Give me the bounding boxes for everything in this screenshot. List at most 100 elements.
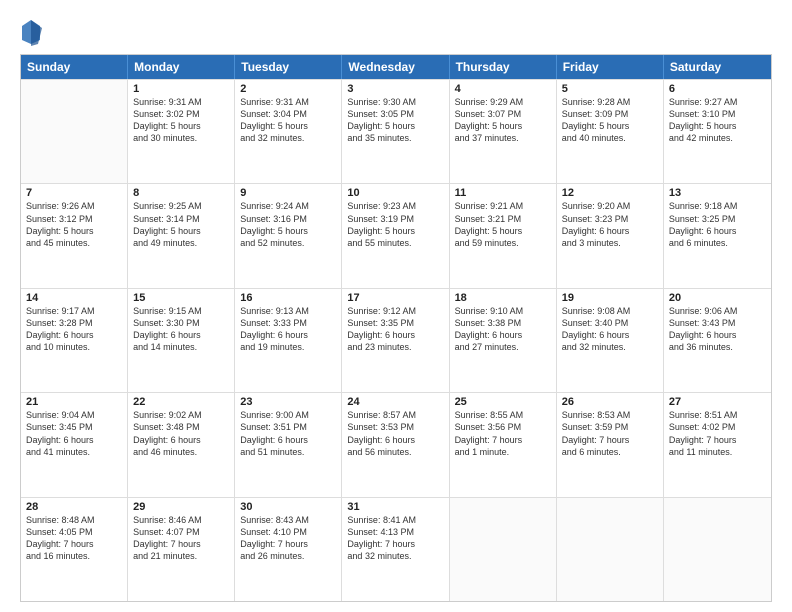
day-number: 30 [240, 501, 336, 513]
day-info: Sunrise: 9:25 AM Sunset: 3:14 PM Dayligh… [133, 200, 229, 249]
day-info: Sunrise: 9:30 AM Sunset: 3:05 PM Dayligh… [347, 96, 443, 145]
day-cell-22: 22Sunrise: 9:02 AM Sunset: 3:48 PM Dayli… [128, 393, 235, 496]
header-day-monday: Monday [128, 55, 235, 79]
day-number: 9 [240, 187, 336, 199]
calendar-row-4: 21Sunrise: 9:04 AM Sunset: 3:45 PM Dayli… [21, 392, 771, 496]
day-number: 25 [455, 396, 551, 408]
day-number: 22 [133, 396, 229, 408]
day-info: Sunrise: 9:18 AM Sunset: 3:25 PM Dayligh… [669, 200, 766, 249]
day-info: Sunrise: 8:46 AM Sunset: 4:07 PM Dayligh… [133, 514, 229, 563]
day-cell-2: 2Sunrise: 9:31 AM Sunset: 3:04 PM Daylig… [235, 80, 342, 183]
day-cell-25: 25Sunrise: 8:55 AM Sunset: 3:56 PM Dayli… [450, 393, 557, 496]
day-info: Sunrise: 9:06 AM Sunset: 3:43 PM Dayligh… [669, 305, 766, 354]
day-info: Sunrise: 8:55 AM Sunset: 3:56 PM Dayligh… [455, 409, 551, 458]
day-cell-15: 15Sunrise: 9:15 AM Sunset: 3:30 PM Dayli… [128, 289, 235, 392]
day-cell-24: 24Sunrise: 8:57 AM Sunset: 3:53 PM Dayli… [342, 393, 449, 496]
day-number: 14 [26, 292, 122, 304]
day-number: 15 [133, 292, 229, 304]
day-number: 21 [26, 396, 122, 408]
day-number: 7 [26, 187, 122, 199]
day-info: Sunrise: 9:27 AM Sunset: 3:10 PM Dayligh… [669, 96, 766, 145]
empty-cell [21, 80, 128, 183]
header [20, 18, 772, 46]
logo [20, 18, 46, 46]
day-number: 1 [133, 83, 229, 95]
day-cell-16: 16Sunrise: 9:13 AM Sunset: 3:33 PM Dayli… [235, 289, 342, 392]
header-day-saturday: Saturday [664, 55, 771, 79]
day-number: 13 [669, 187, 766, 199]
day-cell-13: 13Sunrise: 9:18 AM Sunset: 3:25 PM Dayli… [664, 184, 771, 287]
day-number: 29 [133, 501, 229, 513]
day-cell-20: 20Sunrise: 9:06 AM Sunset: 3:43 PM Dayli… [664, 289, 771, 392]
day-number: 28 [26, 501, 122, 513]
header-day-wednesday: Wednesday [342, 55, 449, 79]
day-info: Sunrise: 9:21 AM Sunset: 3:21 PM Dayligh… [455, 200, 551, 249]
day-info: Sunrise: 9:08 AM Sunset: 3:40 PM Dayligh… [562, 305, 658, 354]
day-cell-28: 28Sunrise: 8:48 AM Sunset: 4:05 PM Dayli… [21, 498, 128, 601]
header-day-tuesday: Tuesday [235, 55, 342, 79]
day-cell-1: 1Sunrise: 9:31 AM Sunset: 3:02 PM Daylig… [128, 80, 235, 183]
day-number: 10 [347, 187, 443, 199]
day-cell-18: 18Sunrise: 9:10 AM Sunset: 3:38 PM Dayli… [450, 289, 557, 392]
day-info: Sunrise: 9:20 AM Sunset: 3:23 PM Dayligh… [562, 200, 658, 249]
day-number: 2 [240, 83, 336, 95]
day-cell-23: 23Sunrise: 9:00 AM Sunset: 3:51 PM Dayli… [235, 393, 342, 496]
day-cell-9: 9Sunrise: 9:24 AM Sunset: 3:16 PM Daylig… [235, 184, 342, 287]
calendar-row-2: 7Sunrise: 9:26 AM Sunset: 3:12 PM Daylig… [21, 183, 771, 287]
day-info: Sunrise: 9:26 AM Sunset: 3:12 PM Dayligh… [26, 200, 122, 249]
day-info: Sunrise: 8:41 AM Sunset: 4:13 PM Dayligh… [347, 514, 443, 563]
day-number: 4 [455, 83, 551, 95]
calendar: SundayMondayTuesdayWednesdayThursdayFrid… [20, 54, 772, 602]
day-number: 26 [562, 396, 658, 408]
day-number: 6 [669, 83, 766, 95]
day-number: 20 [669, 292, 766, 304]
day-info: Sunrise: 9:12 AM Sunset: 3:35 PM Dayligh… [347, 305, 443, 354]
day-cell-11: 11Sunrise: 9:21 AM Sunset: 3:21 PM Dayli… [450, 184, 557, 287]
day-cell-4: 4Sunrise: 9:29 AM Sunset: 3:07 PM Daylig… [450, 80, 557, 183]
day-info: Sunrise: 9:29 AM Sunset: 3:07 PM Dayligh… [455, 96, 551, 145]
day-info: Sunrise: 8:43 AM Sunset: 4:10 PM Dayligh… [240, 514, 336, 563]
empty-cell [664, 498, 771, 601]
day-number: 12 [562, 187, 658, 199]
day-cell-29: 29Sunrise: 8:46 AM Sunset: 4:07 PM Dayli… [128, 498, 235, 601]
day-info: Sunrise: 9:28 AM Sunset: 3:09 PM Dayligh… [562, 96, 658, 145]
header-day-friday: Friday [557, 55, 664, 79]
calendar-row-3: 14Sunrise: 9:17 AM Sunset: 3:28 PM Dayli… [21, 288, 771, 392]
day-info: Sunrise: 9:23 AM Sunset: 3:19 PM Dayligh… [347, 200, 443, 249]
day-info: Sunrise: 8:51 AM Sunset: 4:02 PM Dayligh… [669, 409, 766, 458]
calendar-header: SundayMondayTuesdayWednesdayThursdayFrid… [21, 55, 771, 79]
day-cell-8: 8Sunrise: 9:25 AM Sunset: 3:14 PM Daylig… [128, 184, 235, 287]
day-cell-5: 5Sunrise: 9:28 AM Sunset: 3:09 PM Daylig… [557, 80, 664, 183]
day-cell-3: 3Sunrise: 9:30 AM Sunset: 3:05 PM Daylig… [342, 80, 449, 183]
day-cell-21: 21Sunrise: 9:04 AM Sunset: 3:45 PM Dayli… [21, 393, 128, 496]
calendar-row-5: 28Sunrise: 8:48 AM Sunset: 4:05 PM Dayli… [21, 497, 771, 601]
empty-cell [557, 498, 664, 601]
day-number: 18 [455, 292, 551, 304]
day-number: 8 [133, 187, 229, 199]
day-cell-14: 14Sunrise: 9:17 AM Sunset: 3:28 PM Dayli… [21, 289, 128, 392]
day-number: 19 [562, 292, 658, 304]
day-cell-7: 7Sunrise: 9:26 AM Sunset: 3:12 PM Daylig… [21, 184, 128, 287]
day-number: 17 [347, 292, 443, 304]
calendar-body: 1Sunrise: 9:31 AM Sunset: 3:02 PM Daylig… [21, 79, 771, 601]
day-info: Sunrise: 9:15 AM Sunset: 3:30 PM Dayligh… [133, 305, 229, 354]
day-info: Sunrise: 9:02 AM Sunset: 3:48 PM Dayligh… [133, 409, 229, 458]
day-cell-17: 17Sunrise: 9:12 AM Sunset: 3:35 PM Dayli… [342, 289, 449, 392]
day-info: Sunrise: 9:31 AM Sunset: 3:04 PM Dayligh… [240, 96, 336, 145]
day-cell-19: 19Sunrise: 9:08 AM Sunset: 3:40 PM Dayli… [557, 289, 664, 392]
day-info: Sunrise: 9:31 AM Sunset: 3:02 PM Dayligh… [133, 96, 229, 145]
day-info: Sunrise: 9:10 AM Sunset: 3:38 PM Dayligh… [455, 305, 551, 354]
day-number: 27 [669, 396, 766, 408]
day-cell-10: 10Sunrise: 9:23 AM Sunset: 3:19 PM Dayli… [342, 184, 449, 287]
day-number: 31 [347, 501, 443, 513]
day-info: Sunrise: 8:57 AM Sunset: 3:53 PM Dayligh… [347, 409, 443, 458]
logo-icon [20, 18, 42, 46]
day-info: Sunrise: 9:04 AM Sunset: 3:45 PM Dayligh… [26, 409, 122, 458]
empty-cell [450, 498, 557, 601]
day-number: 11 [455, 187, 551, 199]
day-number: 5 [562, 83, 658, 95]
day-info: Sunrise: 9:24 AM Sunset: 3:16 PM Dayligh… [240, 200, 336, 249]
day-number: 23 [240, 396, 336, 408]
day-info: Sunrise: 9:00 AM Sunset: 3:51 PM Dayligh… [240, 409, 336, 458]
calendar-row-1: 1Sunrise: 9:31 AM Sunset: 3:02 PM Daylig… [21, 79, 771, 183]
